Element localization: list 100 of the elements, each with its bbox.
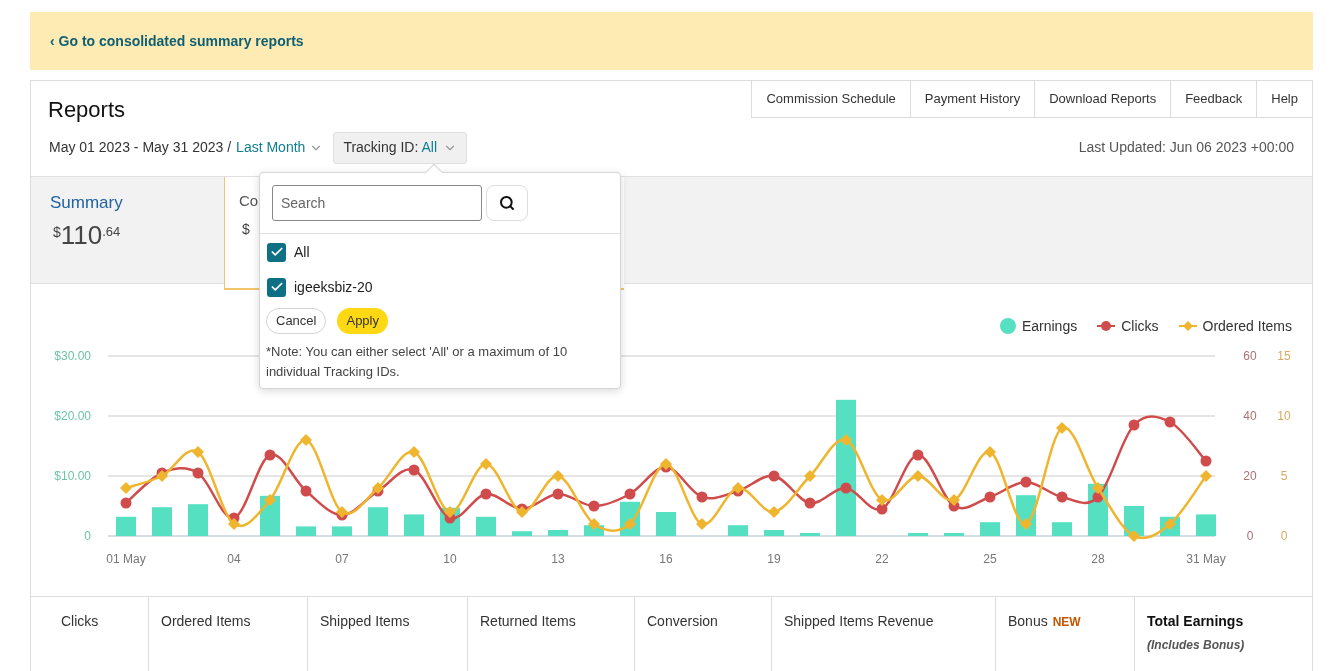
earnings-bar: [512, 531, 532, 536]
axis-label: 22: [875, 552, 889, 566]
data-point: [480, 488, 492, 500]
checkbox[interactable]: [267, 277, 286, 297]
legend-label: Ordered Items: [1202, 316, 1292, 336]
nav-tab[interactable]: Feedback: [1170, 81, 1257, 117]
earnings-bar: [296, 526, 316, 536]
nav-tab[interactable]: Help: [1256, 81, 1312, 117]
option-label: All: [294, 242, 310, 262]
data-point: [480, 458, 492, 470]
axis-label: 0: [84, 529, 91, 543]
search-icon: [499, 195, 515, 211]
earnings-bar: [188, 504, 208, 536]
checkmark-icon: [269, 245, 284, 259]
data-point: [444, 506, 456, 518]
axis-label: 13: [551, 552, 565, 566]
axis-label: $30.00: [54, 349, 91, 363]
earnings-bar: [1052, 522, 1072, 536]
option-label: igeeksbiz-20: [294, 277, 373, 297]
axis-label: $20.00: [54, 409, 91, 423]
checkbox[interactable]: [267, 242, 286, 262]
earnings-bar: [404, 514, 424, 536]
legend-line-diamond-icon: [1178, 320, 1197, 332]
data-point: [408, 464, 420, 476]
axis-label: 04: [227, 552, 241, 566]
data-point: [192, 467, 204, 479]
tile-label: Summary: [50, 192, 124, 214]
earnings-bar: [944, 533, 964, 536]
earnings-bar: [764, 530, 784, 536]
data-point: [1200, 455, 1212, 467]
tile-label: Co: [239, 191, 259, 211]
axis-label: 07: [335, 552, 349, 566]
table-header-cell: Shipped Items: [307, 597, 467, 671]
legend-dot-icon: [999, 318, 1016, 334]
nav-tab[interactable]: Download Reports: [1034, 81, 1171, 117]
currency-symbol: $: [242, 219, 250, 239]
data-point: [984, 446, 996, 458]
data-point: [1164, 518, 1176, 530]
column-note: (Includes Bonus): [1147, 637, 1246, 654]
axis-label: 60: [1243, 349, 1257, 363]
consolidated-reports-link[interactable]: ‹ Go to consolidated summary reports: [50, 30, 304, 52]
table-header-cell: Conversion: [634, 597, 771, 671]
data-point: [192, 446, 204, 458]
checkmark-icon: [269, 280, 284, 294]
data-point: [1056, 491, 1068, 503]
data-point: [696, 491, 708, 503]
table-header-cell: Returned Items: [467, 597, 634, 671]
tracking-id-dropdown[interactable]: Tracking ID: All: [333, 131, 467, 164]
legend-line-dot-icon: [1097, 320, 1116, 332]
earnings-bar: [476, 516, 496, 536]
earnings-bar: [1196, 514, 1216, 536]
data-point: [552, 488, 564, 500]
table-header-cell: Bonus NEW: [995, 597, 1134, 671]
data-point: [408, 446, 420, 458]
data-point: [1020, 476, 1032, 488]
earnings-bar: [980, 522, 1000, 536]
earnings-bar: [656, 512, 676, 536]
axis-label: 01 May: [106, 552, 146, 566]
data-point: [1056, 422, 1068, 434]
data-point: [1020, 518, 1032, 530]
data-point: [1164, 416, 1176, 428]
nav-tab[interactable]: Commission Schedule: [751, 81, 910, 117]
data-point: [1092, 482, 1104, 494]
data-point: [120, 482, 132, 494]
axis-label: $10.00: [54, 469, 91, 483]
data-point: [768, 470, 780, 482]
data-point: [696, 518, 708, 530]
search-button[interactable]: [486, 185, 528, 221]
data-point: [804, 497, 816, 509]
axis-label: 0: [1246, 529, 1254, 543]
earnings-bar: [368, 507, 388, 536]
earnings-bar: [332, 526, 352, 536]
search-field[interactable]: Search: [272, 185, 482, 221]
currency-symbol: $: [53, 222, 61, 240]
nav-tab[interactable]: Payment History: [909, 81, 1035, 117]
earnings-bar: [800, 533, 820, 536]
axis-label: 10: [1277, 409, 1291, 423]
data-point: [588, 518, 600, 530]
data-point: [300, 485, 312, 497]
data-point: [624, 488, 636, 500]
note-text: *Note: You can either select 'All' or a maximum of 10 individual Tracking IDs.: [265, 343, 569, 381]
axis-label: 31 May: [1186, 552, 1226, 566]
period-dropdown[interactable]: Last Month: [236, 137, 324, 158]
axis-label: 0: [1280, 529, 1288, 543]
cancel-button[interactable]: Cancel: [266, 308, 327, 334]
table-header-cell: Ordered Items: [148, 597, 307, 671]
axis-label: 5: [1280, 469, 1288, 483]
earnings-bar: [548, 530, 568, 536]
axis-label: 10: [443, 552, 457, 566]
axis-label: 16: [659, 552, 673, 566]
data-point: [1200, 470, 1212, 482]
amount-cents: .64: [102, 222, 121, 241]
data-point: [552, 470, 564, 482]
data-point: [588, 500, 600, 512]
legend-label: Clicks: [1121, 316, 1159, 336]
data-point: [948, 494, 960, 506]
apply-button[interactable]: Apply: [337, 308, 388, 334]
data-point: [876, 494, 888, 506]
table-header-cell: Total Earnings (Includes Bonus): [1134, 597, 1312, 671]
last-updated: Last Updated: Jun 06 2023 +00:00: [1078, 138, 1294, 157]
